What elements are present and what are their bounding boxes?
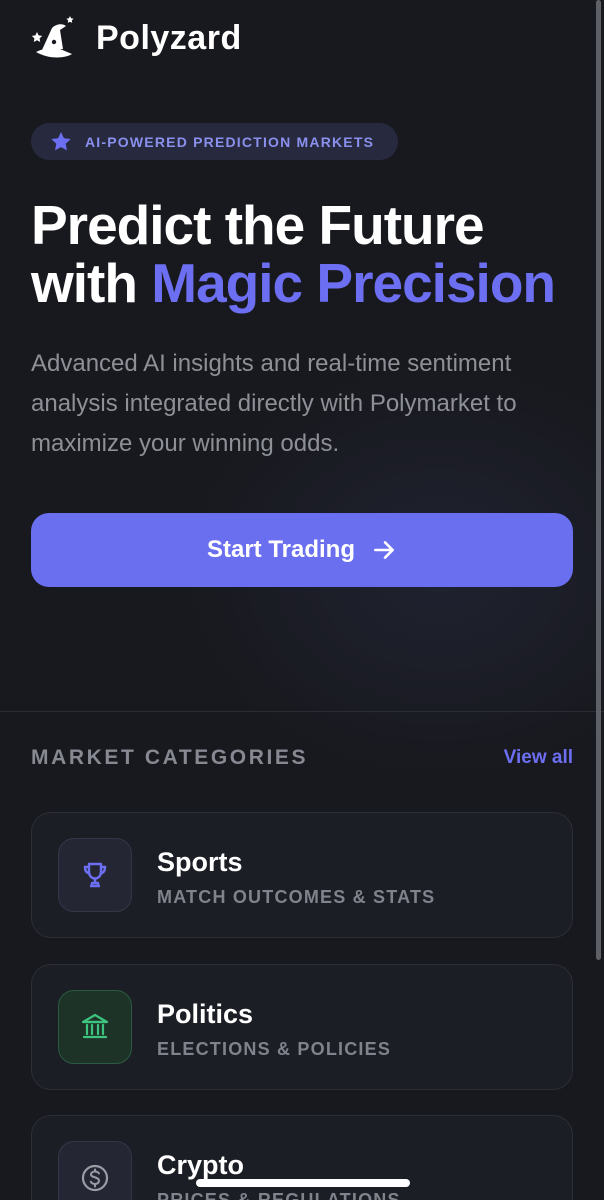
card-subtitle: MATCH OUTCOMES & STATS [157,887,436,907]
section-title: MARKET CATEGORIES [31,746,309,769]
category-card-crypto[interactable]: Crypto PRICES & REGULATIONS [31,1115,573,1200]
category-card-sports[interactable]: Sports MATCH OUTCOMES & STATS [31,812,573,938]
government-building-icon [81,1013,109,1039]
dollar-coin-icon [81,1164,109,1192]
trophy-icon [83,862,107,888]
card-subtitle: ELECTIONS & POLICIES [157,1039,392,1059]
hero-badge: AI-POWERED PREDICTION MARKETS [31,123,398,160]
arrow-right-icon [374,541,394,559]
wizard-hat-icon[interactable] [30,14,78,62]
crypto-icon-box [58,1141,132,1200]
sports-icon-box [58,838,132,912]
headline-line-2-prefix: with [31,252,152,314]
view-all-link[interactable]: View all [504,747,573,769]
scrollbar[interactable] [596,0,601,960]
start-trading-button[interactable]: Start Trading [31,513,573,587]
headline-accent: Magic Precision [151,252,556,314]
badge-label: AI-POWERED PREDICTION MARKETS [85,133,375,150]
card-subtitle: PRICES & REGULATIONS [157,1190,401,1200]
category-card-politics[interactable]: Politics ELECTIONS & POLICIES [31,964,573,1090]
app-header: Polyzard [30,12,242,64]
hero-description: Advanced AI insights and real-time senti… [31,350,517,457]
hero-headline: Predict the Future with Magic Precision [31,196,591,312]
star-icon [51,131,71,150]
card-title: Crypto [157,1150,244,1180]
headline-line-1: Predict the Future [31,194,485,256]
home-indicator[interactable] [196,1179,410,1187]
section-divider [0,711,604,712]
card-title: Politics [157,999,254,1029]
politics-icon-box [58,990,132,1064]
card-title: Sports [157,847,243,877]
start-trading-label: Start Trading [206,536,356,563]
brand-name[interactable]: Polyzard [96,19,242,58]
app-page: Polyzard AI-POWERED PREDICTION MARKETS P… [0,0,604,1200]
